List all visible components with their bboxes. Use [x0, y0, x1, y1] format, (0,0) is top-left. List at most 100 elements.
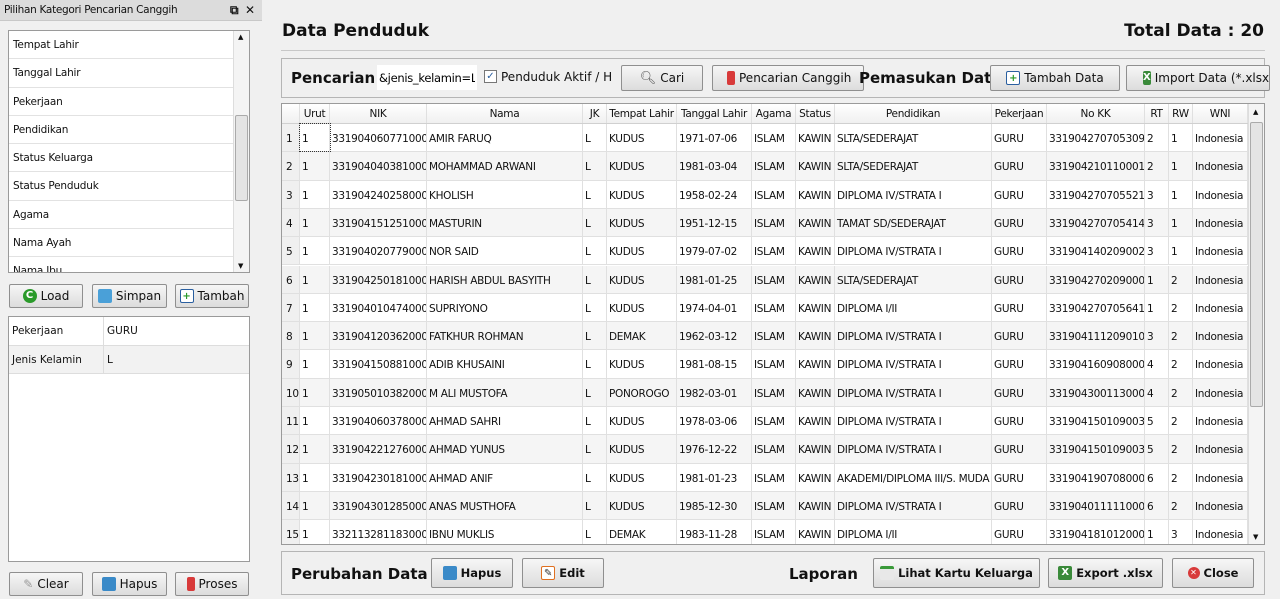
scroll-down-icon[interactable]: ▼ — [1253, 533, 1258, 541]
table-cell[interactable]: ISLAM — [752, 293, 796, 322]
table-cell[interactable]: 3 — [1145, 208, 1169, 237]
table-cell[interactable]: M ALI MUSTOFA — [427, 378, 583, 406]
category-list[interactable]: Tempat Lahir Tanggal Lahir Pekerjaan Pendid… — [8, 30, 250, 273]
table-cell[interactable]: KUDUS — [607, 463, 677, 491]
category-item[interactable]: Tempat Lahir — [9, 31, 234, 60]
table-cell[interactable]: DIPLOMA IV/STRATA I — [835, 322, 992, 350]
table-cell[interactable]: AHMAD SAHRI — [427, 407, 583, 435]
export-button[interactable]: X Export .xlsx — [1048, 558, 1163, 588]
table-cell[interactable]: 2 — [1169, 378, 1193, 406]
table-cell[interactable]: KUDUS — [607, 180, 677, 208]
table-cell[interactable]: HARISH ABDUL BASYITH — [427, 265, 583, 293]
table-cell[interactable]: Indonesia — [1193, 350, 1248, 378]
row-header[interactable]: 10 — [282, 378, 300, 406]
table-cell[interactable]: SUPRIYONO — [427, 293, 583, 322]
table-cell[interactable]: KAWIN — [796, 265, 835, 293]
scroll-down-icon[interactable]: ▼ — [238, 262, 243, 270]
table-cell[interactable]: ISLAM — [752, 378, 796, 406]
table-cell[interactable]: KAWIN — [796, 208, 835, 237]
table-cell[interactable]: 6 — [1145, 491, 1169, 520]
table-cell[interactable]: GURU — [992, 322, 1047, 350]
table-cell[interactable]: 2 — [1145, 124, 1169, 152]
table-cell[interactable]: AMIR FARUQ — [427, 124, 583, 152]
row-header[interactable]: 8 — [282, 322, 300, 350]
table-cell[interactable]: AHMAD YUNUS — [427, 435, 583, 463]
table-cell[interactable]: 3319041203620004 — [330, 322, 427, 350]
table-cell[interactable]: 1983-11-28 — [677, 520, 752, 544]
table-cell[interactable]: DIPLOMA I/II — [835, 293, 992, 322]
table-cell[interactable]: 1 — [1145, 520, 1169, 544]
table-cell[interactable]: GURU — [992, 378, 1047, 406]
table-cell[interactable]: 1971-07-06 — [677, 124, 752, 152]
table-cell[interactable]: 6 — [1145, 463, 1169, 491]
table-cell[interactable]: 3319042707055210 — [1047, 180, 1145, 208]
table-cell[interactable]: 3319043001130005 — [1047, 378, 1145, 406]
table-cell[interactable]: 3319041501090038 — [1047, 407, 1145, 435]
table-cell[interactable]: IBNU MUKLIS — [427, 520, 583, 544]
table-cell[interactable]: 1 — [300, 407, 330, 435]
table-cell[interactable]: 3319050103820002 — [330, 378, 427, 406]
table-cell[interactable]: L — [583, 265, 607, 293]
table-cell[interactable]: DIPLOMA I/II — [835, 520, 992, 544]
close-icon[interactable]: ✕ — [245, 3, 255, 17]
row-header[interactable]: 13 — [282, 463, 300, 491]
criteria-value[interactable]: L — [104, 346, 116, 374]
category-item[interactable]: Status Keluarga — [9, 144, 234, 173]
table-cell[interactable]: Indonesia — [1193, 435, 1248, 463]
category-item[interactable]: Pendidikan — [9, 116, 234, 145]
float-icon[interactable]: ⧉ — [230, 3, 239, 18]
table-cell[interactable]: 1 — [1169, 152, 1193, 180]
table-cell[interactable]: Indonesia — [1193, 180, 1248, 208]
clear-button[interactable]: ✎ Clear — [9, 572, 83, 596]
criteria-row[interactable]: Jenis Kelamin L — [9, 345, 249, 374]
table-cell[interactable]: KHOLISH — [427, 180, 583, 208]
active-checkbox-label[interactable]: Penduduk Aktif / H — [501, 70, 613, 84]
scroll-up-icon[interactable]: ▲ — [238, 33, 243, 41]
row-header[interactable]: 1 — [282, 124, 300, 152]
dock-hapus-button[interactable]: Hapus — [92, 572, 167, 596]
table-cell[interactable]: 2 — [1169, 407, 1193, 435]
active-checkbox[interactable]: ✓ — [484, 70, 497, 83]
table-cell[interactable]: GURU — [992, 293, 1047, 322]
table-cell[interactable]: ISLAM — [752, 463, 796, 491]
row-header[interactable]: 3 — [282, 180, 300, 208]
table-cell[interactable]: L — [583, 520, 607, 544]
table-cell[interactable]: 3 — [1145, 237, 1169, 265]
table-cell[interactable]: 3319041402090025 — [1047, 237, 1145, 265]
table-cell[interactable]: Indonesia — [1193, 152, 1248, 180]
table-row[interactable]: 6 1 3319042501810006 HARISH ABDUL BASYITH L K… — [282, 265, 1249, 294]
criteria-value[interactable]: GURU — [104, 317, 141, 345]
criteria-row[interactable]: Pekerjaan GURU — [9, 317, 249, 346]
row-header[interactable]: 2 — [282, 152, 300, 180]
table-cell[interactable]: 2 — [1169, 491, 1193, 520]
table-cell[interactable]: Indonesia — [1193, 237, 1248, 265]
column-header[interactable]: Urut — [300, 104, 330, 123]
table-cell[interactable]: GURU — [992, 180, 1047, 208]
import-data-button[interactable]: X Import Data (*.xlsx — [1126, 65, 1270, 91]
table-cell[interactable]: L — [583, 208, 607, 237]
table-cell[interactable]: 2 — [1169, 435, 1193, 463]
table-cell[interactable]: KAWIN — [796, 180, 835, 208]
table-cell[interactable]: 3319042212760001 — [330, 435, 427, 463]
table-cell[interactable]: GURU — [992, 265, 1047, 293]
table-row[interactable]: 8 1 3319041203620004 FATKHUR ROHMAN L DEMAK 19… — [282, 322, 1249, 351]
table-cell[interactable]: MOHAMMAD ARWANI — [427, 152, 583, 180]
table-cell[interactable]: L — [583, 463, 607, 491]
column-header[interactable]: Tanggal Lahir — [677, 104, 752, 123]
edit-button[interactable]: ✎ Edit — [522, 558, 604, 588]
table-cell[interactable]: 1979-07-02 — [677, 237, 752, 265]
table-cell[interactable]: ISLAM — [752, 124, 796, 152]
table-cell[interactable]: 1974-04-01 — [677, 293, 752, 322]
table-cell[interactable]: GURU — [992, 491, 1047, 520]
table-cell[interactable]: L — [583, 322, 607, 350]
table-cell[interactable]: ADIB KHUSAINI — [427, 350, 583, 378]
table-cell[interactable]: KAWIN — [796, 322, 835, 350]
column-header[interactable]: JK — [583, 104, 607, 123]
category-item[interactable]: Pekerjaan — [9, 88, 234, 116]
table-cell[interactable]: L — [583, 491, 607, 520]
row-header[interactable]: 15 — [282, 520, 300, 544]
table-cell[interactable]: Indonesia — [1193, 322, 1248, 350]
table-cell[interactable]: PONOROGO — [607, 378, 677, 406]
column-header[interactable]: NIK — [330, 104, 427, 123]
column-header[interactable] — [282, 104, 300, 123]
